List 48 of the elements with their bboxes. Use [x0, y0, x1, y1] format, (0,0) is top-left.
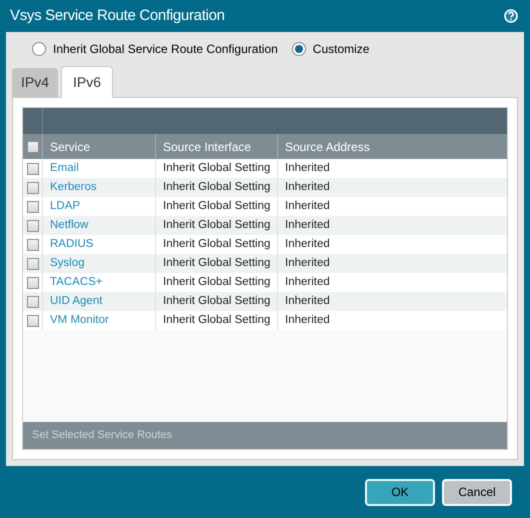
- service-link[interactable]: TACACS+: [50, 274, 103, 292]
- table-cell-text: Inherit Global Setting: [163, 160, 270, 176]
- service-link[interactable]: RADIUS: [50, 236, 94, 254]
- table-cell-text: Inherit Global Setting: [163, 198, 270, 214]
- table-cell-text: Inherited: [285, 180, 330, 195]
- service-link[interactable]: LDAP: [50, 198, 80, 216]
- ok-button[interactable]: OK: [365, 478, 435, 506]
- table-cell-text: Inherit Global Setting: [163, 180, 270, 195]
- table-cell-text: Inherit Global Setting: [163, 256, 270, 271]
- checkbox[interactable]: [26, 220, 38, 232]
- column-header[interactable]: Source Address: [278, 134, 507, 159]
- table-cell-text: Inherit Global Setting: [163, 274, 270, 290]
- tab[interactable]: IPv4: [12, 68, 58, 97]
- checkbox[interactable]: [26, 162, 38, 174]
- checkbox[interactable]: [26, 296, 38, 308]
- service-link[interactable]: VM Monitor: [50, 312, 109, 330]
- window-title: Vsys Service Route Configuration: [10, 6, 225, 26]
- checkbox[interactable]: [26, 140, 38, 152]
- service-link[interactable]: UID Agent: [50, 292, 102, 310]
- checkbox[interactable]: [26, 238, 38, 250]
- table-cell-text: Inherited: [285, 274, 330, 290]
- tab[interactable]: IPv6: [61, 66, 114, 98]
- table-cell-text: Inherited: [285, 294, 330, 309]
- checkbox[interactable]: [26, 258, 38, 270]
- service-link[interactable]: Netflow: [50, 216, 88, 234]
- table-cell-text: Inherited: [285, 236, 330, 252]
- checkbox[interactable]: [26, 314, 38, 326]
- service-link[interactable]: Syslog: [50, 254, 85, 272]
- cancel-button[interactable]: Cancel: [442, 478, 512, 506]
- radio-button[interactable]: [292, 42, 306, 56]
- checkbox[interactable]: [26, 182, 38, 194]
- radio-label: Inherit Global Service Route Configuration: [53, 40, 278, 58]
- service-link[interactable]: Kerberos: [50, 178, 97, 196]
- table-cell-text: Inherited: [285, 218, 330, 233]
- table-cell-text: Inherited: [285, 312, 330, 328]
- table-cell-text: Inherited: [285, 198, 330, 214]
- checkbox[interactable]: [26, 276, 38, 288]
- table-cell-text: Inherit Global Setting: [163, 312, 270, 328]
- table-cell-text: Inherit Global Setting: [163, 218, 270, 233]
- checkbox[interactable]: [26, 200, 38, 212]
- table-cell-text: Inherited: [285, 256, 330, 271]
- table-cell-text: Inherit Global Setting: [163, 236, 270, 252]
- table-cell-text: Inherited: [285, 160, 330, 176]
- service-link[interactable]: Email: [50, 160, 79, 178]
- radio-label: Customize: [312, 40, 370, 58]
- help-icon[interactable]: [504, 9, 518, 23]
- table-cell-text: Inherit Global Setting: [163, 294, 270, 309]
- radio-button[interactable]: [32, 42, 46, 56]
